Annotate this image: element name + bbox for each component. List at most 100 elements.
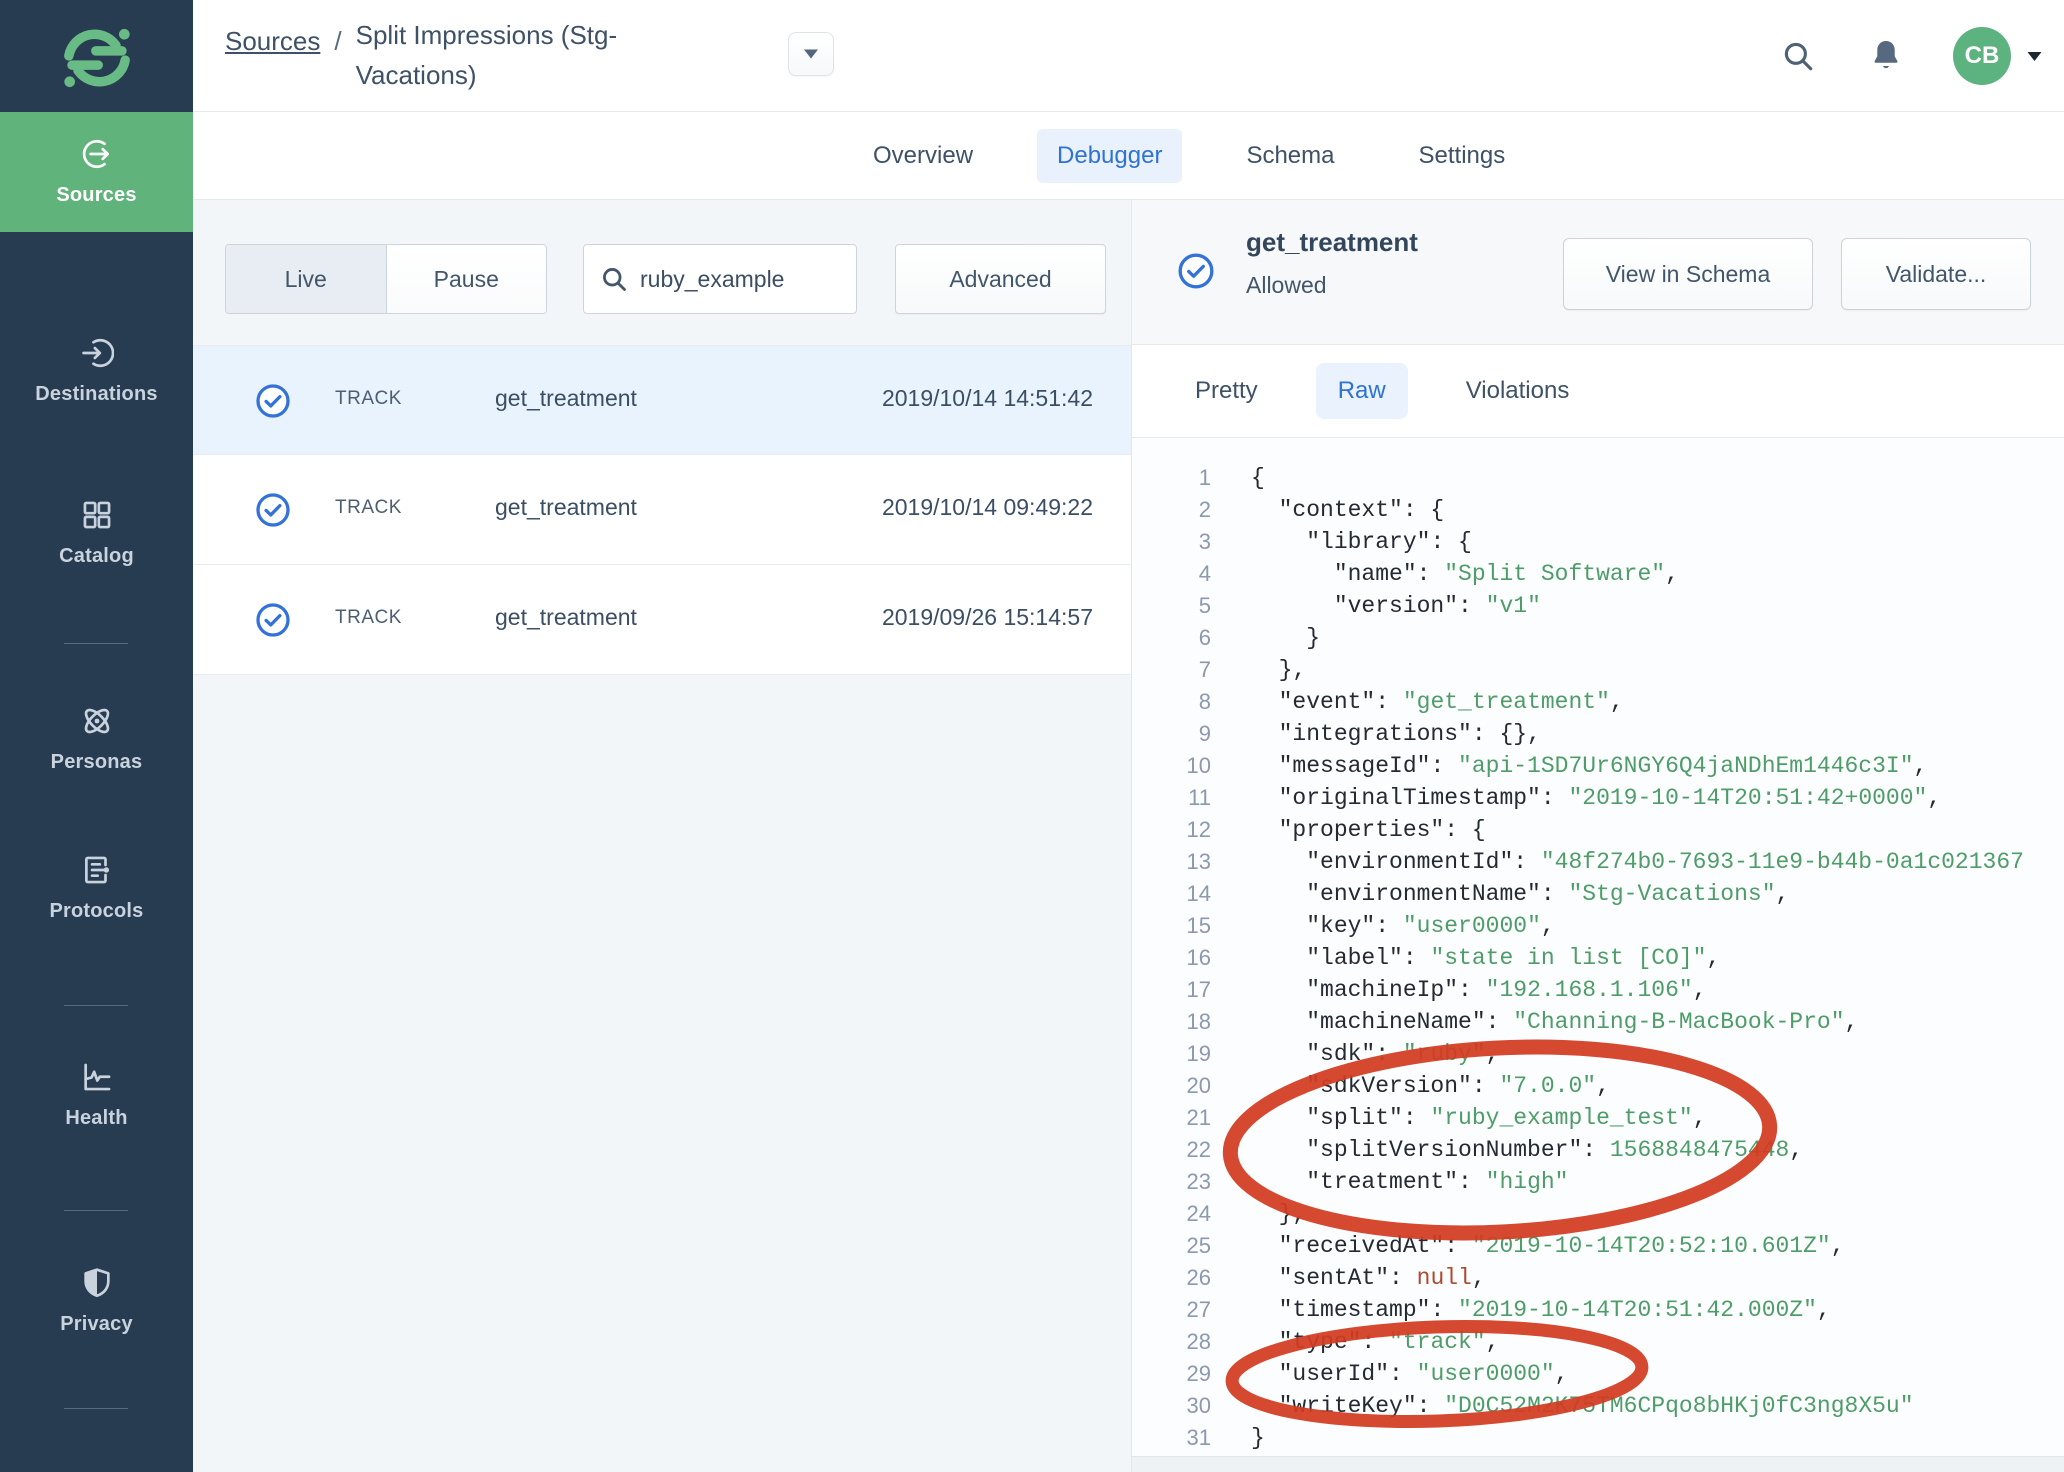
tab-overview[interactable]: Overview [853, 129, 993, 183]
segment-logo-icon[interactable] [0, 16, 193, 100]
event-timestamp: 2019/09/26 15:14:57 [882, 604, 1093, 631]
code-text: "sentAt": null, [1251, 1262, 1486, 1294]
tab-settings[interactable]: Settings [1399, 129, 1526, 183]
allowed-check-icon [255, 602, 291, 638]
view-in-schema-button[interactable]: View in Schema [1563, 238, 1813, 310]
sidebar-divider [64, 643, 128, 644]
event-name: get_treatment [495, 385, 637, 412]
payload-tab-raw[interactable]: Raw [1316, 363, 1408, 419]
tab-schema[interactable]: Schema [1226, 129, 1354, 183]
code-line: 4 "name": "Split Software", [1132, 558, 2064, 590]
search-icon[interactable] [1781, 39, 1815, 73]
sidebar-item-personas[interactable]: Personas [0, 704, 193, 792]
sources-icon [80, 137, 114, 171]
code-line: 29 "userId": "user0000", [1132, 1358, 2064, 1390]
event-name: get_treatment [495, 604, 637, 631]
event-detail-header: get_treatment Allowed View in Schema Val… [1132, 200, 2064, 345]
pause-button[interactable]: Pause [386, 245, 547, 313]
code-line: 24 }, [1132, 1198, 2064, 1230]
line-number: 15 [1132, 910, 1211, 942]
code-text: "context": { [1251, 494, 1444, 526]
code-text: }, [1251, 654, 1306, 686]
code-text: "receivedAt": "2019-10-14T20:52:10.601Z"… [1251, 1230, 1845, 1262]
sidebar-item-protocols[interactable]: Protocols [0, 853, 193, 941]
source-tabs: Overview Debugger Schema Settings [193, 112, 2064, 200]
code-text: }, [1251, 1198, 1306, 1230]
sidebar-item-privacy[interactable]: Privacy [0, 1266, 193, 1354]
code-line: 13 "environmentId": "48f274b0-7693-11e9-… [1132, 846, 2064, 878]
code-text: "event": "get_treatment", [1251, 686, 1624, 718]
code-line: 11 "originalTimestamp": "2019-10-14T20:5… [1132, 782, 2064, 814]
sidebar-item-label: Health [65, 1107, 127, 1130]
line-number: 4 [1132, 558, 1211, 590]
code-text: "type": "track", [1251, 1326, 1499, 1358]
code-text: "properties": { [1251, 814, 1486, 846]
code-text: "library": { [1251, 526, 1472, 558]
sidebar-item-destinations[interactable]: Destinations [0, 336, 193, 424]
payload-tab-violations[interactable]: Violations [1444, 363, 1592, 419]
code-text: "sdk": "ruby", [1251, 1038, 1499, 1070]
code-line: 18 "machineName": "Channing-B-MacBook-Pr… [1132, 1006, 2064, 1038]
allowed-check-icon [1177, 252, 1215, 290]
validate-button[interactable]: Validate... [1841, 238, 2031, 310]
code-line: 15 "key": "user0000", [1132, 910, 2064, 942]
live-button[interactable]: Live [226, 245, 386, 313]
tab-debugger[interactable]: Debugger [1037, 129, 1182, 183]
code-text: "label": "state in list [CO]", [1251, 942, 1720, 974]
source-switcher-button[interactable] [788, 32, 834, 76]
code-line: 31} [1132, 1422, 2064, 1454]
code-line: 21 "split": "ruby_example_test", [1132, 1102, 2064, 1134]
sidebar-item-label: Sources [56, 184, 136, 207]
sidebar-item-sources[interactable]: Sources [0, 112, 193, 232]
event-timestamp: 2019/10/14 09:49:22 [882, 494, 1093, 521]
sidebar-item-health[interactable]: Health [0, 1060, 193, 1148]
allowed-check-icon [255, 383, 291, 419]
event-detail-panel: get_treatment Allowed View in Schema Val… [1131, 200, 2064, 1472]
event-type: TRACK [335, 607, 402, 629]
panel-bottom-strip [1132, 1456, 2064, 1472]
event-row[interactable]: TRACKget_treatment2019/10/14 14:51:42 [193, 345, 1131, 455]
allowed-check-icon [255, 492, 291, 528]
code-text: } [1251, 1422, 1265, 1454]
line-number: 17 [1132, 974, 1211, 1006]
avatar[interactable]: CB [1953, 27, 2011, 85]
event-title: get_treatment [1246, 227, 1418, 258]
topbar-actions: CB [1781, 0, 2042, 112]
code-text: "messageId": "api-1SD7Ur6NGY6Q4jaNDhEm14… [1251, 750, 1927, 782]
code-line: 1{ [1132, 462, 2064, 494]
advanced-button[interactable]: Advanced [895, 244, 1106, 314]
payload-tab-pretty[interactable]: Pretty [1173, 363, 1280, 419]
code-text: "key": "user0000", [1251, 910, 1555, 942]
sidebar: Sources Destinations Catalog Personas Protoc… [0, 0, 193, 1472]
event-search-input[interactable] [640, 266, 830, 293]
line-number: 24 [1132, 1198, 1211, 1230]
breadcrumb-sources-link[interactable]: Sources [225, 26, 320, 57]
event-type: TRACK [335, 497, 402, 519]
code-line: 16 "label": "state in list [CO]", [1132, 942, 2064, 974]
breadcrumb-separator: / [334, 26, 341, 57]
line-number: 19 [1132, 1038, 1211, 1070]
code-text: "sdkVersion": "7.0.0", [1251, 1070, 1610, 1102]
notifications-bell-icon[interactable] [1869, 38, 1903, 74]
health-icon [80, 1060, 114, 1094]
debugger-toolbar: Live Pause Advanced [193, 244, 1131, 314]
line-number: 22 [1132, 1134, 1211, 1166]
line-number: 14 [1132, 878, 1211, 910]
event-row[interactable]: TRACK get_treatment 2019/09/26 15:14:57 [193, 565, 1131, 675]
account-menu-caret-icon[interactable] [2027, 51, 2042, 62]
live-pause-toggle: Live Pause [225, 244, 547, 314]
code-line: 17 "machineIp": "192.168.1.106", [1132, 974, 2064, 1006]
line-number: 25 [1132, 1230, 1211, 1262]
event-list: TRACKget_treatment2019/10/14 14:51:42TRA… [193, 345, 1131, 675]
line-number: 20 [1132, 1070, 1211, 1102]
line-number: 31 [1132, 1422, 1211, 1454]
code-line: 8 "event": "get_treatment", [1132, 686, 2064, 718]
page-title: Split Impressions (Stg-Vacations) [356, 15, 656, 95]
line-number: 29 [1132, 1358, 1211, 1390]
sidebar-item-catalog[interactable]: Catalog [0, 498, 193, 586]
event-row[interactable]: TRACKget_treatment2019/10/14 09:49:22 [193, 455, 1131, 565]
code-text: "version": "v1" [1251, 590, 1541, 622]
sidebar-divider [64, 1408, 128, 1409]
code-text: "machineIp": "192.168.1.106", [1251, 974, 1707, 1006]
code-line: 12 "properties": { [1132, 814, 2064, 846]
